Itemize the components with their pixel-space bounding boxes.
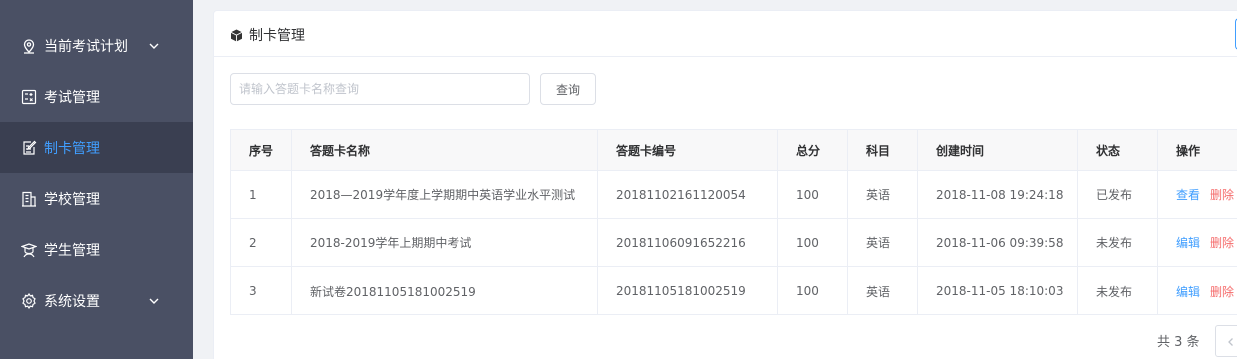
table-row: 3 新试卷20181105181002519 20181105181002519… — [231, 267, 1237, 315]
cell-operations: 编辑 删除 — [1158, 267, 1237, 315]
edit-card-icon — [20, 139, 38, 157]
column-header: 创建时间 — [918, 130, 1078, 170]
cell-score: 100 — [778, 267, 848, 315]
search-input[interactable] — [230, 73, 530, 105]
calculator-icon — [20, 88, 38, 106]
cell-name: 新试卷20181105181002519 — [292, 267, 598, 315]
cell-name: 2018—2019学年度上学期期中英语学业水平测试 — [292, 171, 598, 218]
column-header: 答题卡编号 — [598, 130, 778, 170]
location-pin-icon — [20, 37, 38, 55]
sidebar-item-school-management[interactable]: 学校管理 — [0, 173, 193, 224]
cell-name: 2018-2019学年上期期中考试 — [292, 219, 598, 266]
column-header: 答题卡名称 — [292, 130, 598, 170]
delete-link[interactable]: 删除 — [1210, 234, 1234, 251]
column-header: 序号 — [231, 130, 292, 170]
delete-link[interactable]: 删除 — [1210, 186, 1234, 203]
cell-status: 已发布 — [1078, 171, 1158, 218]
cell-subject: 英语 — [848, 219, 918, 266]
cell-score: 100 — [778, 171, 848, 218]
cube-icon — [230, 27, 243, 42]
column-header: 总分 — [778, 130, 848, 170]
sidebar: 当前考试计划 考试管理 制卡管理 学校管理 学生管理 系统设置 — [0, 0, 193, 359]
sidebar-item-label: 当前考试计划 — [44, 38, 128, 55]
panel-header: 制卡管理 — [214, 11, 1237, 57]
chevron-down-icon — [148, 295, 160, 307]
page-title: 制卡管理 — [249, 28, 305, 44]
cell-created: 2018-11-05 18:10:03 — [918, 267, 1078, 315]
cell-created: 2018-11-08 19:24:18 — [918, 171, 1078, 218]
cell-index: 1 — [231, 171, 292, 218]
building-icon — [20, 190, 38, 208]
gear-icon — [20, 292, 38, 310]
cell-code: 20181106091652216 — [598, 219, 778, 266]
cell-status: 未发布 — [1078, 219, 1158, 266]
view-link[interactable]: 查看 — [1176, 186, 1200, 203]
cell-subject: 英语 — [848, 171, 918, 218]
pagination-total: 共 3 条 — [1157, 335, 1200, 350]
sidebar-item-student-management[interactable]: 学生管理 — [0, 224, 193, 275]
cell-created: 2018-11-06 09:39:58 — [918, 219, 1078, 266]
sidebar-item-current-exam-plan[interactable]: 当前考试计划 — [0, 20, 193, 71]
card-table: 序号 答题卡名称 答题卡编号 总分 科目 创建时间 状态 操作 1 2018—2… — [230, 129, 1237, 315]
cell-index: 3 — [231, 267, 292, 315]
edit-link[interactable]: 编辑 — [1176, 234, 1200, 251]
chevron-left-icon — [1226, 332, 1236, 351]
cell-score: 100 — [778, 219, 848, 266]
graduation-cap-icon — [20, 241, 38, 259]
sidebar-item-label: 系统设置 — [44, 293, 100, 310]
column-header: 状态 — [1078, 130, 1158, 170]
sidebar-item-card-management[interactable]: 制卡管理 — [0, 122, 193, 173]
cell-status: 未发布 — [1078, 267, 1158, 315]
table-row: 2 2018-2019学年上期期中考试 20181106091652216 10… — [231, 219, 1237, 267]
sidebar-item-system-settings[interactable]: 系统设置 — [0, 275, 193, 326]
sidebar-item-label: 学生管理 — [44, 242, 100, 259]
card-management-panel: 制卡管理 查询 序号 答题卡名称 答题卡编号 总分 科目 创建时间 状态 操作 … — [213, 10, 1237, 359]
chevron-down-icon — [148, 40, 160, 52]
cell-subject: 英语 — [848, 267, 918, 315]
pagination-prev-button[interactable] — [1215, 325, 1237, 357]
cell-code: 20181105181002519 — [598, 267, 778, 315]
cell-operations: 查看 删除 — [1158, 171, 1237, 218]
sidebar-item-label: 制卡管理 — [44, 140, 100, 157]
query-button[interactable]: 查询 — [540, 73, 596, 105]
delete-link[interactable]: 删除 — [1210, 283, 1234, 300]
table-row: 1 2018—2019学年度上学期期中英语学业水平测试 201811021611… — [231, 171, 1237, 219]
sidebar-item-exam-management[interactable]: 考试管理 — [0, 71, 193, 122]
sidebar-item-label: 考试管理 — [44, 89, 100, 106]
cell-index: 2 — [231, 219, 292, 266]
edit-link[interactable]: 编辑 — [1176, 283, 1200, 300]
column-header: 科目 — [848, 130, 918, 170]
cell-code: 20181102161120054 — [598, 171, 778, 218]
column-header: 操作 — [1176, 143, 1201, 158]
table-header-row: 序号 答题卡名称 答题卡编号 总分 科目 创建时间 状态 操作 — [231, 130, 1237, 171]
cell-operations: 编辑 删除 — [1158, 219, 1237, 266]
sidebar-item-label: 学校管理 — [44, 191, 100, 208]
